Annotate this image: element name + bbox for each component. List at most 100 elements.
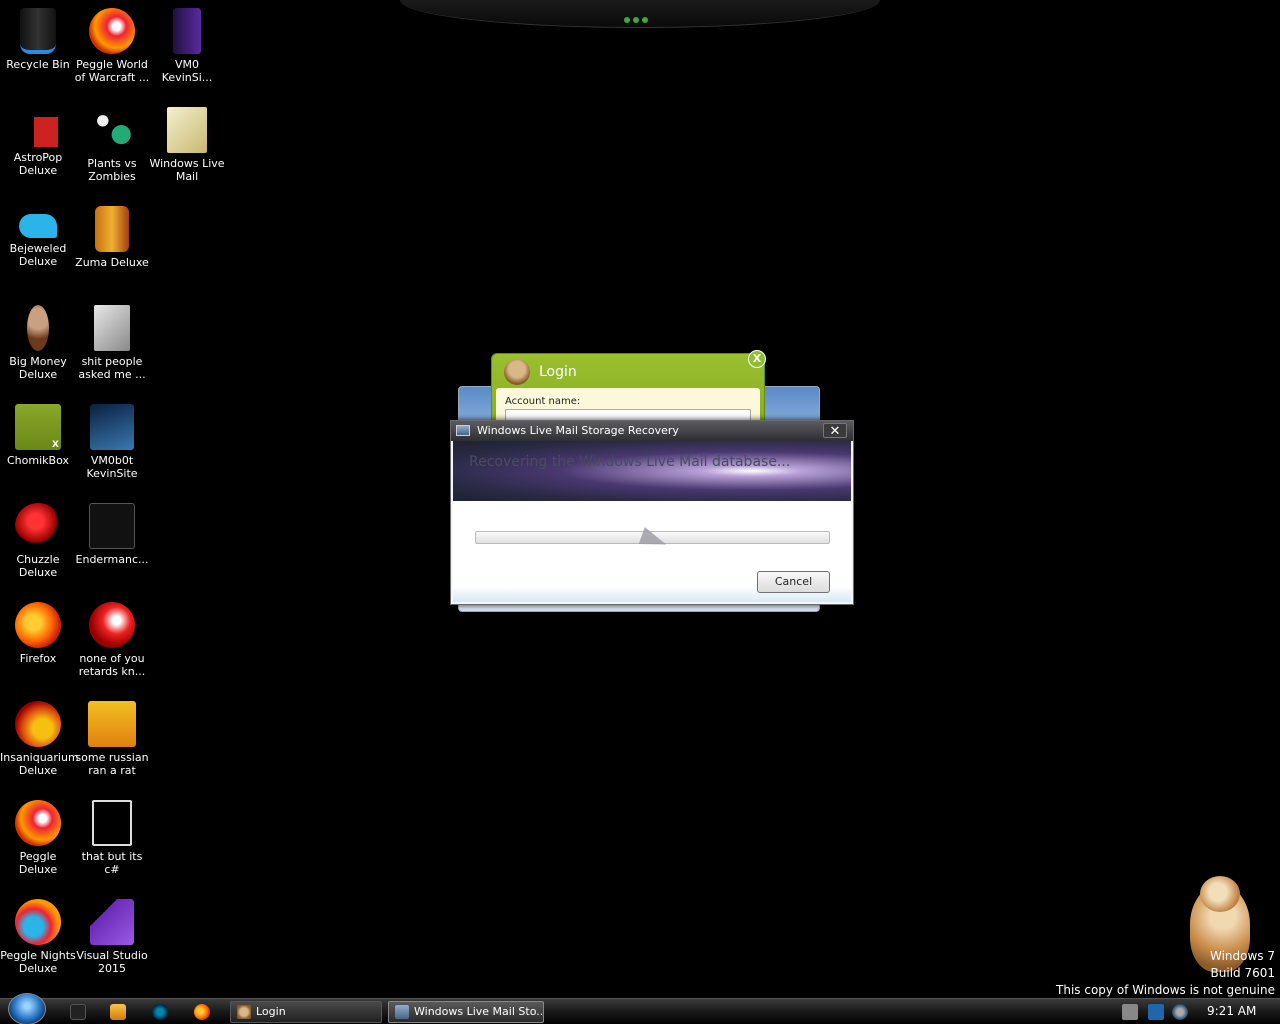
status-lights [624,8,656,23]
desktop-icon-label: that but its c# [81,850,143,876]
desktop-icon-peggle-deluxe[interactable]: Peggle Deluxe [0,800,76,876]
desktop-icon-that-but-its-csharp[interactable]: that but its c# [74,800,150,876]
cancel-button[interactable]: Cancel [757,571,830,593]
clock[interactable]: 9:21 AM [1207,1004,1256,1018]
desktop-icon-bejeweled-deluxe[interactable]: Bejeweled Deluxe [0,206,76,268]
desktop-icon-firefox[interactable]: Firefox [0,602,76,665]
firefox-icon [15,602,61,648]
dialog-title: Windows Live Mail Storage Recovery [477,424,679,437]
desktop-icon-label: Recycle Bin [6,58,70,71]
desktop-icon-recycle-bin[interactable]: Recycle Bin [0,8,76,71]
desktop-icon-label: shit people asked me ... [78,355,146,381]
peggle-world-of-warcraft-icon [89,8,135,54]
internet-explorer-icon[interactable] [152,1004,168,1020]
zuma-deluxe-icon [95,206,129,252]
folder-icon [94,305,130,351]
desktop-icon-none-of-you-retards[interactable]: none of you retards kn... [74,602,150,678]
desktop-icon-label: none of you retards kn... [78,652,146,678]
desktop-icon-chuzzle-deluxe[interactable]: Chuzzle Deluxe [0,503,76,579]
desktop-icon-vm0b0t-kevinsite[interactable]: VM0b0t KevinSite [74,404,150,480]
desktop-icon-some-russian-ran-a-rat[interactable]: some russian ran a rat [74,701,150,777]
vm0-kevinsite-icon [173,8,201,54]
astropop-deluxe-icon [18,117,58,147]
desktop-icon-label: Zuma Deluxe [75,256,149,269]
recycle-bin-icon [20,8,56,54]
desktop-icon-label: Big Money Deluxe [9,355,67,381]
peggle-deluxe-icon [15,800,61,846]
desktop-icon-vm0-kevinsite[interactable]: VM0 KevinSi... [149,8,225,84]
top-decoration [400,0,880,28]
taskbar: Login Windows Live Mail Sto... 9:21 AM [0,993,1280,1024]
russian-rat-icon [88,701,136,747]
desktop-icon-astropop-deluxe[interactable]: AstroPop Deluxe [0,107,76,177]
desktop-icon-label: VM0 KevinSi... [161,58,213,84]
desktop-icon-windows-live-mail[interactable]: Windows Live Mail [149,107,225,183]
desktop-icon-label: ChomikBox [7,454,69,467]
desktop-icon-label: Firefox [19,652,57,665]
insaniquarium-deluxe-icon [15,701,61,747]
windows-live-mail-icon [395,1005,409,1019]
desktop-icon-plants-vs-zombies[interactable]: Plants vs Zombies [74,107,150,183]
dialog-titlebar[interactable]: Windows Live Mail Storage Recovery ✕ [451,421,853,441]
desktop-icon-label: AstroPop Deluxe [13,151,63,177]
volume-icon[interactable] [1172,1004,1188,1020]
chomikbox-icon [15,404,61,450]
chuzzle-deluxe-icon [15,503,61,549]
system-tray: 9:21 AM [1112,999,1280,1024]
action-center-icon[interactable] [1122,1004,1138,1020]
start-button[interactable] [8,993,46,1024]
firefox-icon[interactable] [194,1004,210,1020]
desktop-icon-endermanch[interactable]: Endermanc... [74,503,150,566]
dialog-banner: Recovering the Windows Live Mail databas… [453,441,851,501]
desktop-icon-label: Bejeweled Deluxe [9,242,67,268]
blank-shortcut-icon [92,800,132,846]
login-title: Login [539,364,577,380]
desktop-icon-label: Plants vs Zombies [87,157,137,183]
desktop-icon-insaniquarium-deluxe[interactable]: Insaniquarium Deluxe [0,701,79,777]
hamster-logo-icon [237,1005,251,1019]
desktop-icon-label: VM0b0t KevinSite [86,454,138,480]
windows-live-mail-icon [456,425,470,436]
account-name-label: Account name: [505,396,581,407]
endermanch-icon [89,503,135,549]
bejeweled-deluxe-icon [19,214,57,238]
dialog-close-button[interactable]: ✕ [823,423,847,439]
desktop-icon-label: some russian ran a rat [75,751,149,777]
desktop-icon-label: Endermanc... [75,553,149,566]
peggle-shortcut-icon [89,602,135,648]
desktop-icon-label: Peggle Nights Deluxe [0,949,76,975]
dialog-content: Cancel [453,501,851,602]
hamster-head [1200,876,1240,912]
show-desktop-icon[interactable] [70,1004,86,1020]
desktop-icon-label: Peggle Deluxe [18,850,58,876]
hamster-logo-icon [504,359,530,385]
vm0b0t-kevinsite-icon [90,404,134,450]
desktop-icon-label: Peggle World of Warcraft ... [74,58,150,84]
storage-recovery-dialog: Windows Live Mail Storage Recovery ✕ Rec… [450,420,854,605]
big-money-deluxe-icon [27,305,49,351]
desktop-icon-label: Chuzzle Deluxe [16,553,60,579]
desktop-icon-peggle-world-of-warcraft[interactable]: Peggle World of Warcraft ... [74,8,150,84]
desktop-icon-big-money-deluxe[interactable]: Big Money Deluxe [0,305,76,381]
desktop-icon-chomikbox[interactable]: ChomikBox [0,404,76,467]
taskbar-item-windows-live-mail[interactable]: Windows Live Mail Sto... [388,1001,544,1023]
login-close-button[interactable]: X [748,350,766,368]
banner-status-text: Recovering the Windows Live Mail databas… [469,454,791,470]
plants-vs-zombies-icon [89,107,135,153]
watermark-build: Build 7601 [1210,966,1275,980]
desktop-icon-visual-studio-2015[interactable]: Visual Studio 2015 [74,899,150,975]
watermark-genuine-notice: This copy of Windows is not genuine [1056,983,1275,997]
desktop-icon-label: Visual Studio 2015 [76,949,148,975]
desktop-icon-peggle-nights-deluxe[interactable]: Peggle Nights Deluxe [0,899,76,975]
peggle-nights-deluxe-icon [15,899,61,945]
taskbar-item-label: Windows Live Mail Sto... [414,1005,544,1018]
taskbar-item-login[interactable]: Login [230,1001,382,1023]
network-icon[interactable] [1148,1004,1164,1020]
desktop-icon-label: Insaniquarium Deluxe [0,751,79,777]
visual-studio-2015-icon [90,899,134,945]
windows-live-mail-icon [167,107,207,153]
desktop-icon-zuma-deluxe[interactable]: Zuma Deluxe [74,206,150,269]
desktop-icon-shit-people-asked-me[interactable]: shit people asked me ... [74,305,150,381]
desktop-icon-label: Windows Live Mail [149,157,225,183]
media-player-icon[interactable] [110,1004,126,1020]
